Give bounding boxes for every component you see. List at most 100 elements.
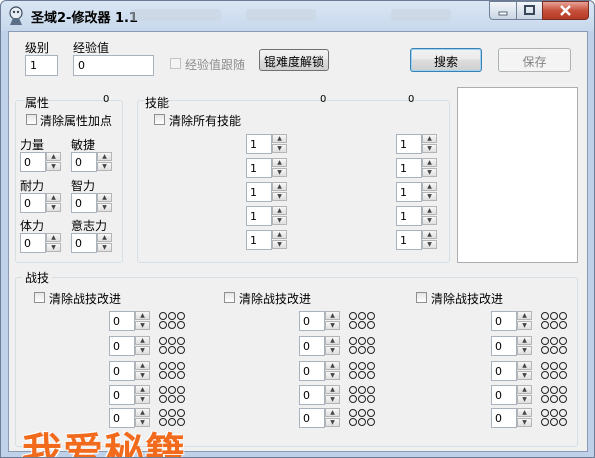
spin-down-icon[interactable]: ▼ xyxy=(422,192,437,201)
skill-value[interactable]: 1 xyxy=(246,182,272,202)
spin-down-icon[interactable]: ▼ xyxy=(422,168,437,177)
spin-down-icon[interactable]: ▼ xyxy=(135,395,150,404)
skill-value[interactable]: 1 xyxy=(396,182,422,202)
spin-up-icon[interactable]: ▲ xyxy=(46,193,61,202)
circle-icon[interactable] xyxy=(550,371,558,379)
spin-up-icon[interactable]: ▲ xyxy=(422,182,437,191)
attr-value[interactable]: 0 xyxy=(71,193,97,213)
circle-icon[interactable] xyxy=(367,395,375,403)
spin-up-icon[interactable]: ▲ xyxy=(517,311,532,320)
clear-combat-checkbox[interactable] xyxy=(416,292,427,303)
unlock-difficulty-button[interactable]: 锟难度解锁 xyxy=(259,49,329,71)
spin-down-icon[interactable]: ▼ xyxy=(517,371,532,380)
spin-down-icon[interactable]: ▼ xyxy=(135,321,150,330)
circle-icon[interactable] xyxy=(168,346,176,354)
combat-value[interactable]: 0 xyxy=(491,361,517,381)
spin-up-icon[interactable]: ▲ xyxy=(97,193,112,202)
circle-icon[interactable] xyxy=(367,346,375,354)
circle-icon[interactable] xyxy=(541,409,549,417)
spin-up-icon[interactable]: ▲ xyxy=(517,361,532,370)
spin-up-icon[interactable]: ▲ xyxy=(97,152,112,161)
skill-value[interactable]: 1 xyxy=(246,134,272,154)
skill-value[interactable]: 1 xyxy=(396,230,422,250)
circle-icon[interactable] xyxy=(168,409,176,417)
circle-icon[interactable] xyxy=(159,346,167,354)
clear-combat-checkbox[interactable] xyxy=(224,292,235,303)
spin-up-icon[interactable]: ▲ xyxy=(46,233,61,242)
circle-icon[interactable] xyxy=(541,362,549,370)
skill-value[interactable]: 1 xyxy=(396,206,422,226)
spin-down-icon[interactable]: ▼ xyxy=(325,371,340,380)
combat-value[interactable]: 0 xyxy=(491,408,517,428)
circle-icon[interactable] xyxy=(159,395,167,403)
circle-icon[interactable] xyxy=(358,371,366,379)
circle-icon[interactable] xyxy=(367,312,375,320)
spin-up-icon[interactable]: ▲ xyxy=(325,311,340,320)
spin-down-icon[interactable]: ▼ xyxy=(422,240,437,249)
circle-icon[interactable] xyxy=(168,395,176,403)
circle-icon[interactable] xyxy=(168,337,176,345)
circle-icon[interactable] xyxy=(177,409,185,417)
spin-down-icon[interactable]: ▼ xyxy=(272,144,287,153)
spin-down-icon[interactable]: ▼ xyxy=(97,203,112,212)
circle-icon[interactable] xyxy=(358,386,366,394)
combat-value[interactable]: 0 xyxy=(299,336,325,356)
circle-icon[interactable] xyxy=(541,337,549,345)
spin-up-icon[interactable]: ▲ xyxy=(97,233,112,242)
combat-value[interactable]: 0 xyxy=(109,408,135,428)
spin-up-icon[interactable]: ▲ xyxy=(517,385,532,394)
circle-icon[interactable] xyxy=(550,395,558,403)
spin-up-icon[interactable]: ▲ xyxy=(135,408,150,417)
circle-icon[interactable] xyxy=(541,386,549,394)
spin-up-icon[interactable]: ▲ xyxy=(325,385,340,394)
improvement-dots[interactable] xyxy=(541,337,571,357)
circle-icon[interactable] xyxy=(550,346,558,354)
circle-icon[interactable] xyxy=(358,418,366,426)
circle-icon[interactable] xyxy=(559,337,567,345)
circle-icon[interactable] xyxy=(559,371,567,379)
spin-down-icon[interactable]: ▼ xyxy=(135,371,150,380)
circle-icon[interactable] xyxy=(177,395,185,403)
circle-icon[interactable] xyxy=(367,362,375,370)
spin-up-icon[interactable]: ▲ xyxy=(325,336,340,345)
circle-icon[interactable] xyxy=(358,409,366,417)
circle-icon[interactable] xyxy=(367,418,375,426)
circle-icon[interactable] xyxy=(550,386,558,394)
spin-up-icon[interactable]: ▲ xyxy=(517,336,532,345)
spin-down-icon[interactable]: ▼ xyxy=(272,216,287,225)
result-listbox[interactable] xyxy=(457,87,578,263)
circle-icon[interactable] xyxy=(541,321,549,329)
circle-icon[interactable] xyxy=(541,418,549,426)
circle-icon[interactable] xyxy=(367,409,375,417)
combat-value[interactable]: 0 xyxy=(491,311,517,331)
circle-icon[interactable] xyxy=(358,312,366,320)
circle-icon[interactable] xyxy=(349,409,357,417)
circle-icon[interactable] xyxy=(559,386,567,394)
spin-up-icon[interactable]: ▲ xyxy=(272,182,287,191)
skill-value[interactable]: 1 xyxy=(246,230,272,250)
circle-icon[interactable] xyxy=(559,312,567,320)
clear-attributes-checkbox[interactable] xyxy=(26,114,37,125)
circle-icon[interactable] xyxy=(349,346,357,354)
spin-up-icon[interactable]: ▲ xyxy=(272,206,287,215)
circle-icon[interactable] xyxy=(358,337,366,345)
spin-up-icon[interactable]: ▲ xyxy=(325,408,340,417)
spin-down-icon[interactable]: ▼ xyxy=(272,192,287,201)
circle-icon[interactable] xyxy=(541,395,549,403)
combat-value[interactable]: 0 xyxy=(299,408,325,428)
spin-down-icon[interactable]: ▼ xyxy=(517,418,532,427)
attr-value[interactable]: 0 xyxy=(20,152,46,172)
circle-icon[interactable] xyxy=(367,371,375,379)
spin-down-icon[interactable]: ▼ xyxy=(135,346,150,355)
circle-icon[interactable] xyxy=(349,321,357,329)
improvement-dots[interactable] xyxy=(349,409,379,429)
circle-icon[interactable] xyxy=(159,371,167,379)
circle-icon[interactable] xyxy=(559,395,567,403)
circle-icon[interactable] xyxy=(550,312,558,320)
circle-icon[interactable] xyxy=(177,312,185,320)
spin-up-icon[interactable]: ▲ xyxy=(272,158,287,167)
exp-follow-checkbox[interactable] xyxy=(170,58,181,69)
circle-icon[interactable] xyxy=(177,337,185,345)
spin-down-icon[interactable]: ▼ xyxy=(46,243,61,252)
spin-up-icon[interactable]: ▲ xyxy=(422,134,437,143)
